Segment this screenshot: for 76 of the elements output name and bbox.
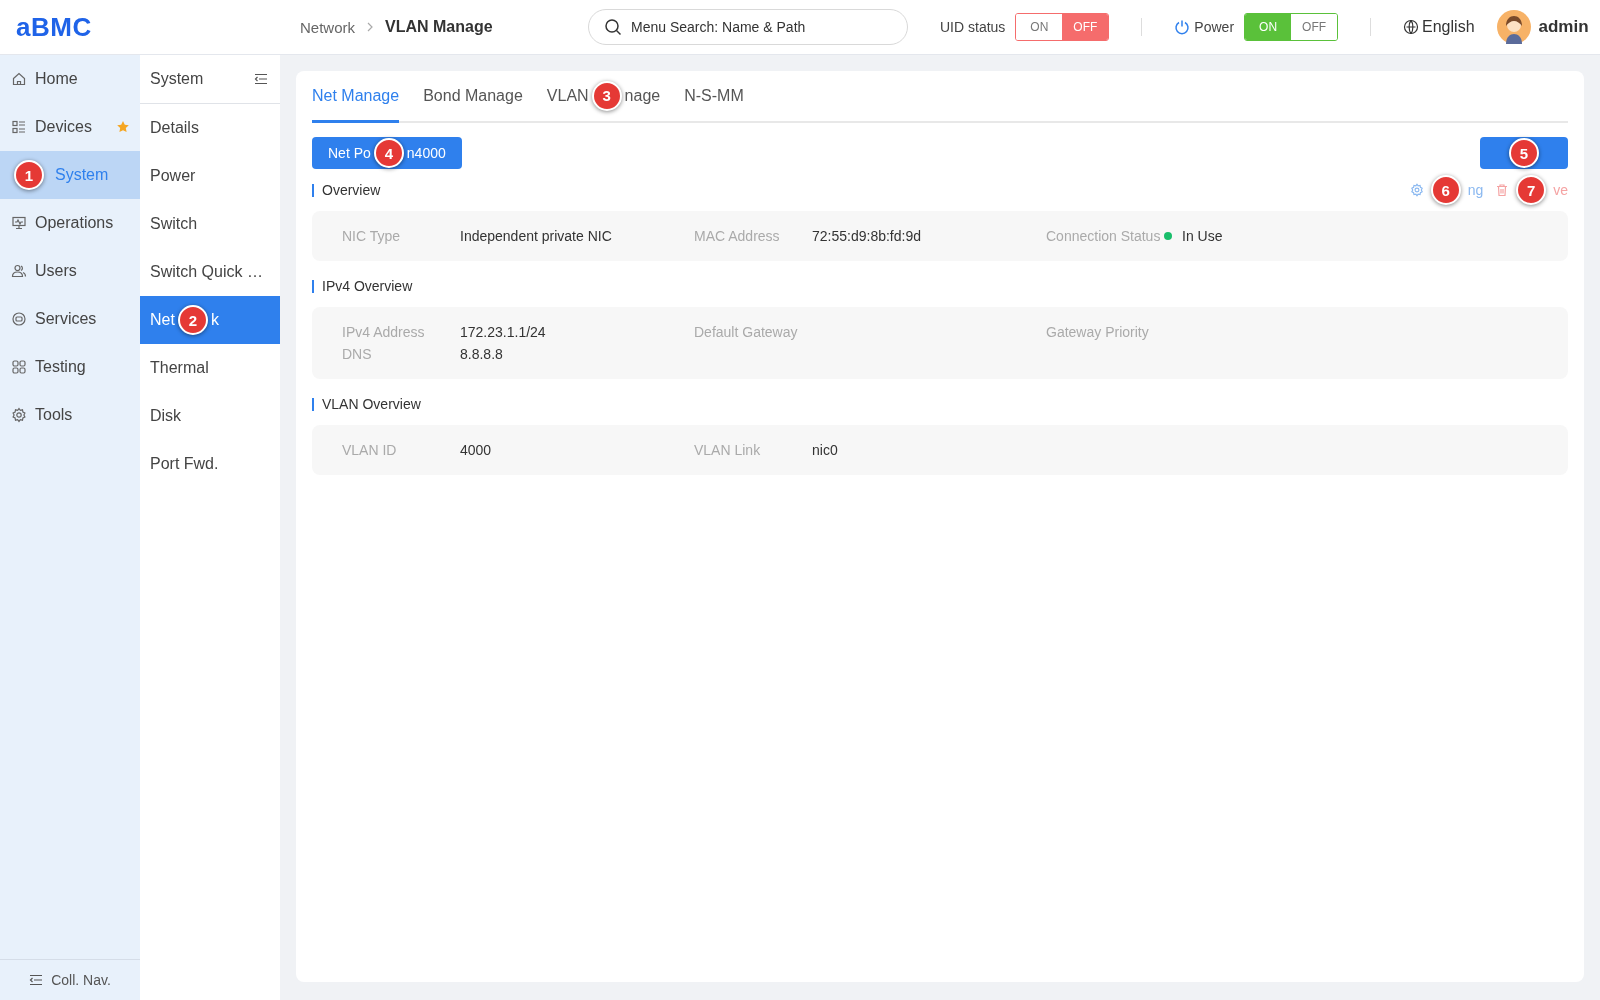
avatar-icon[interactable] [1496, 10, 1531, 44]
monitor-icon [11, 215, 27, 231]
breadcrumb-item: VLAN Manage [385, 18, 493, 36]
port-button[interactable]: Net Po 4 n4000 [312, 137, 462, 169]
annotation-marker: 7 [1516, 175, 1547, 205]
submenu-title: System [150, 70, 204, 88]
search-icon [604, 18, 622, 36]
gear-icon [1409, 183, 1424, 197]
field-value: 172.23.1.1/24 [460, 323, 546, 342]
field-label: MAC Address [694, 228, 780, 244]
section-title: IPv4 Overview [312, 279, 413, 293]
nav-item[interactable]: Services [0, 295, 140, 343]
nav-item[interactable]: 1 System [0, 151, 140, 199]
field-label: NIC Type [342, 228, 401, 244]
power-icon [1174, 19, 1191, 35]
setting-link[interactable]: 6 ng [1409, 175, 1484, 205]
trash-icon [1495, 183, 1510, 197]
breadcrumb-item[interactable]: Network [300, 18, 355, 36]
users-icon [11, 263, 27, 279]
submenu-item[interactable]: Net 2 k [140, 296, 280, 344]
service-icon [11, 311, 27, 327]
nav-item[interactable]: Devices [0, 103, 140, 151]
annotation-marker: 4 [373, 138, 404, 168]
grid-icon [11, 359, 27, 375]
submenu-item[interactable]: Power [140, 152, 280, 200]
field-label: VLAN ID [342, 442, 397, 458]
star-icon [116, 120, 130, 134]
section-title: Overview [312, 183, 381, 197]
language-selector[interactable]: English [1403, 18, 1475, 36]
home-icon [11, 71, 27, 87]
field-value: In Use [1182, 227, 1223, 246]
field-label: Connection Status [1046, 228, 1161, 244]
nav-item[interactable]: Testing [0, 343, 140, 391]
submenu-item[interactable]: Switch [140, 200, 280, 248]
nav-item[interactable]: Users [0, 247, 140, 295]
gear-icon [11, 407, 27, 423]
annotation-marker: 6 [1430, 175, 1461, 205]
section-title: VLAN Overview [312, 397, 421, 411]
field-value: 4000 [460, 441, 492, 460]
tab[interactable]: N-S-MM [684, 71, 744, 123]
nav-item[interactable]: Operations [0, 199, 140, 247]
logo: aBMC [16, 11, 92, 42]
submenu-item[interactable]: Port Fwd. [140, 440, 280, 488]
collapse-icon [29, 973, 44, 987]
tab[interactable]: Bond Manage [423, 71, 523, 123]
tab[interactable]: VLAN 3 nage [546, 71, 661, 123]
chevron-icon [367, 22, 373, 32]
user-name[interactable]: admin [1538, 17, 1589, 37]
submenu-item[interactable]: Thermal [140, 344, 280, 392]
uid-status-label: UID status [940, 19, 1006, 35]
search-field[interactable]: Menu Search: Name & Path [588, 9, 908, 45]
annotation-marker: 3 [591, 80, 622, 111]
field-label: Gateway Priority [1046, 324, 1149, 340]
remove-link[interactable]: 7 ve [1495, 175, 1568, 205]
submenu-item[interactable]: Disk [140, 392, 280, 440]
annotation-marker: 1 [14, 160, 44, 190]
submenu-item[interactable]: Details [140, 104, 280, 152]
field-label: Default Gateway [694, 324, 798, 340]
field-label: DNS [342, 346, 372, 362]
collapse-icon[interactable] [254, 72, 268, 86]
field-label: IPv4 Address [342, 324, 425, 340]
field-value: Independent private NIC [460, 227, 612, 246]
action-button[interactable]: 5 [1480, 137, 1568, 169]
nav-item[interactable]: Home [0, 55, 140, 103]
tab[interactable]: Net Manage [312, 71, 400, 123]
field-value: 72:55:d9:8b:fd:9d [812, 227, 921, 246]
field-value: nic0 [812, 441, 838, 460]
submenu-item[interactable]: Switch Quick … [140, 248, 280, 296]
power-label: Power [1194, 19, 1235, 35]
annotation-marker: 2 [177, 305, 208, 335]
globe-icon [1403, 19, 1420, 35]
nav-item[interactable]: Tools [0, 391, 140, 439]
annotation-marker: 5 [1509, 138, 1539, 168]
field-value: 8.8.8.8 [460, 345, 503, 364]
list-icon [11, 119, 27, 135]
field-label: VLAN Link [694, 442, 761, 458]
